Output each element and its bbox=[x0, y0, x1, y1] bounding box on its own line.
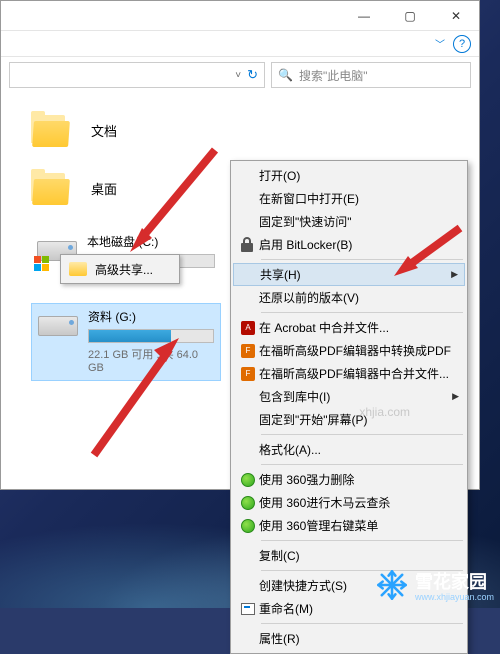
address-bar[interactable]: ˅ ↻ bbox=[9, 62, 265, 88]
folder-icon bbox=[31, 171, 71, 205]
separator bbox=[261, 464, 463, 465]
ctx-copy[interactable]: 复制(C) bbox=[233, 544, 465, 567]
help-icon[interactable]: ? bbox=[453, 35, 471, 53]
chevron-down-icon[interactable]: ﹀ bbox=[435, 36, 445, 51]
separator bbox=[261, 434, 463, 435]
ctx-foxit-convert[interactable]: F在福昕高级PDF编辑器中转换成PDF bbox=[233, 339, 465, 362]
search-icon: 🔍 bbox=[278, 68, 293, 82]
usage-bar bbox=[88, 329, 214, 343]
maximize-button[interactable]: ▢ bbox=[387, 1, 433, 30]
folder-label: 桌面 bbox=[91, 179, 117, 198]
ribbon-collapse-row: ﹀ ? bbox=[1, 31, 479, 57]
ctx-new-window[interactable]: 在新窗口中打开(E) bbox=[233, 187, 465, 210]
foxit-icon: F bbox=[237, 365, 259, 383]
watermark-title: 雪花家园 bbox=[415, 568, 494, 594]
refresh-icon[interactable]: ↻ bbox=[247, 67, 258, 83]
minimize-button[interactable]: — bbox=[341, 1, 387, 30]
separator bbox=[261, 312, 463, 313]
drive-label: 资料 (G:) bbox=[88, 308, 214, 325]
ctx-360-menu[interactable]: 使用 360管理右键菜单 bbox=[233, 514, 465, 537]
separator bbox=[261, 540, 463, 541]
watermark: 雪花家园 www.xhjiayuan.com bbox=[375, 568, 494, 602]
360-icon bbox=[237, 494, 259, 512]
submenu-arrow-icon: ▶ bbox=[452, 391, 459, 402]
acrobat-icon: A bbox=[237, 319, 259, 337]
search-input[interactable]: 🔍 搜索"此电脑" bbox=[271, 62, 471, 88]
folder-icon bbox=[31, 113, 71, 147]
drive-icon bbox=[38, 316, 78, 344]
ctx-360-trojan[interactable]: 使用 360进行木马云查杀 bbox=[233, 491, 465, 514]
ctx-properties[interactable]: 属性(R) bbox=[233, 627, 465, 650]
drive-usage: 22.1 GB 可用 , 共 64.0 GB bbox=[88, 346, 214, 374]
folder-documents[interactable]: 文档 bbox=[31, 113, 469, 147]
separator bbox=[261, 259, 463, 260]
close-button[interactable]: ✕ bbox=[433, 1, 479, 30]
separator bbox=[261, 623, 463, 624]
watermark-url: www.xhjiayuan.com bbox=[415, 592, 494, 602]
360-icon bbox=[237, 517, 259, 535]
share-submenu: 高级共享... bbox=[60, 254, 180, 284]
foxit-icon: F bbox=[237, 342, 259, 360]
ctx-share[interactable]: 共享(H)▶ bbox=[233, 263, 465, 286]
titlebar: — ▢ ✕ bbox=[1, 1, 479, 31]
rename-icon bbox=[237, 600, 259, 618]
advanced-sharing-item[interactable]: 高级共享... bbox=[63, 257, 177, 281]
ctx-format[interactable]: 格式化(A)... bbox=[233, 438, 465, 461]
people-icon bbox=[69, 260, 87, 278]
search-placeholder: 搜索"此电脑" bbox=[299, 67, 368, 84]
lock-icon bbox=[237, 236, 259, 254]
ctx-include-lib[interactable]: 包含到库中(I)▶ bbox=[233, 385, 465, 408]
ctx-pin-start[interactable]: 固定到"开始"屏幕(P) bbox=[233, 408, 465, 431]
snowflake-icon bbox=[375, 568, 409, 602]
drive-label: 本地磁盘 (C:) bbox=[87, 233, 215, 250]
submenu-arrow-icon: ▶ bbox=[451, 269, 458, 280]
ctx-open[interactable]: 打开(O) bbox=[233, 164, 465, 187]
ctx-pin-quick[interactable]: 固定到"快速访问" bbox=[233, 210, 465, 233]
360-icon bbox=[237, 471, 259, 489]
address-row: ˅ ↻ 🔍 搜索"此电脑" bbox=[1, 57, 479, 93]
ctx-acrobat-combine[interactable]: A在 Acrobat 中合并文件... bbox=[233, 316, 465, 339]
ctx-restore[interactable]: 还原以前的版本(V) bbox=[233, 286, 465, 309]
watermark-text-small: xhjia.com bbox=[359, 405, 410, 419]
submenu-label: 高级共享... bbox=[95, 261, 153, 278]
ctx-foxit-combine[interactable]: F在福昕高级PDF编辑器中合并文件... bbox=[233, 362, 465, 385]
ctx-360-delete[interactable]: 使用 360强力删除 bbox=[233, 468, 465, 491]
breadcrumb-chevron-icon: ˅ bbox=[235, 70, 241, 81]
drive-g[interactable]: 资料 (G:) 22.1 GB 可用 , 共 64.0 GB bbox=[31, 303, 221, 381]
ctx-bitlocker[interactable]: 启用 BitLocker(B) bbox=[233, 233, 465, 256]
folder-label: 文档 bbox=[91, 121, 117, 140]
